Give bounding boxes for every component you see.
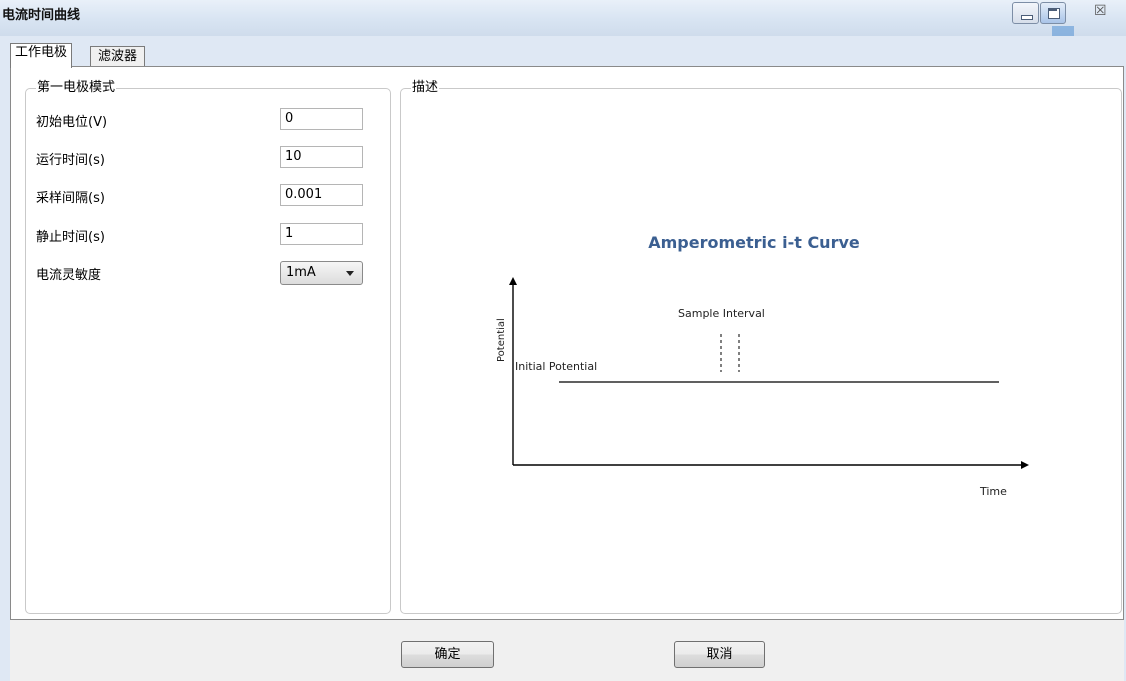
chevron-down-icon: [346, 271, 354, 276]
sample-interval-input[interactable]: 0.001: [280, 184, 363, 206]
minimize-icon: [1021, 15, 1033, 20]
tab-working-electrode[interactable]: 工作电极: [10, 43, 73, 68]
quiet-time-input[interactable]: 1: [280, 223, 363, 245]
sensitivity-selected-value: 1mA: [286, 265, 316, 280]
amperometric-diagram: Amperometric i-t Curve Potential Time In…: [496, 233, 1029, 498]
tab-filter[interactable]: 滤波器: [90, 46, 145, 67]
sample-interval-row: 采样间隔(s) 0.001: [36, 184, 363, 208]
initial-potential-row: 初始电位(V) 0: [36, 108, 363, 132]
window-left-border: [0, 36, 10, 681]
sensitivity-label: 电流灵敏度: [36, 268, 102, 283]
run-time-row: 运行时间(s) 10: [36, 146, 363, 170]
sample-interval-annotation: Sample Interval: [678, 307, 765, 320]
ok-button[interactable]: 确定: [401, 641, 494, 668]
description-group: 描述 Amperometric i-t Curve Potential Time…: [400, 80, 1122, 614]
close-icon: ☒: [1094, 3, 1107, 19]
initial-potential-annotation: Initial Potential: [515, 360, 597, 373]
close-button[interactable]: ☒: [1073, 2, 1117, 24]
maximize-button[interactable]: [1040, 2, 1066, 24]
sample-interval-label: 采样间隔(s): [36, 191, 105, 206]
y-axis-label: Potential: [496, 318, 507, 362]
title-bar-highlight: [1052, 26, 1074, 36]
diagram-title: Amperometric i-t Curve: [648, 233, 860, 252]
initial-potential-label: 初始电位(V): [36, 115, 108, 130]
initial-potential-input[interactable]: 0: [280, 108, 363, 130]
run-time-label: 运行时间(s): [36, 153, 105, 168]
x-axis-label: Time: [979, 485, 1007, 498]
minimize-button[interactable]: [1012, 2, 1039, 24]
cancel-button[interactable]: 取消: [674, 641, 765, 668]
electrode-mode-group: 第一电极模式 初始电位(V) 0 运行时间(s) 10 采样间隔(s) 0.00…: [25, 80, 391, 614]
title-bar: 电流时间曲线 ☒: [0, 0, 1126, 36]
electrode-mode-legend: 第一电极模式: [36, 80, 117, 96]
run-time-input[interactable]: 10: [280, 146, 363, 168]
window-title: 电流时间曲线: [2, 8, 81, 23]
quiet-time-label: 静止时间(s): [36, 230, 105, 245]
dialog-footer: [10, 620, 1124, 681]
tab-content-panel: 第一电极模式 初始电位(V) 0 运行时间(s) 10 采样间隔(s) 0.00…: [10, 66, 1124, 620]
sensitivity-row: 电流灵敏度 1mA: [36, 261, 363, 285]
quiet-time-row: 静止时间(s) 1: [36, 223, 363, 247]
sensitivity-select[interactable]: 1mA: [280, 261, 363, 285]
